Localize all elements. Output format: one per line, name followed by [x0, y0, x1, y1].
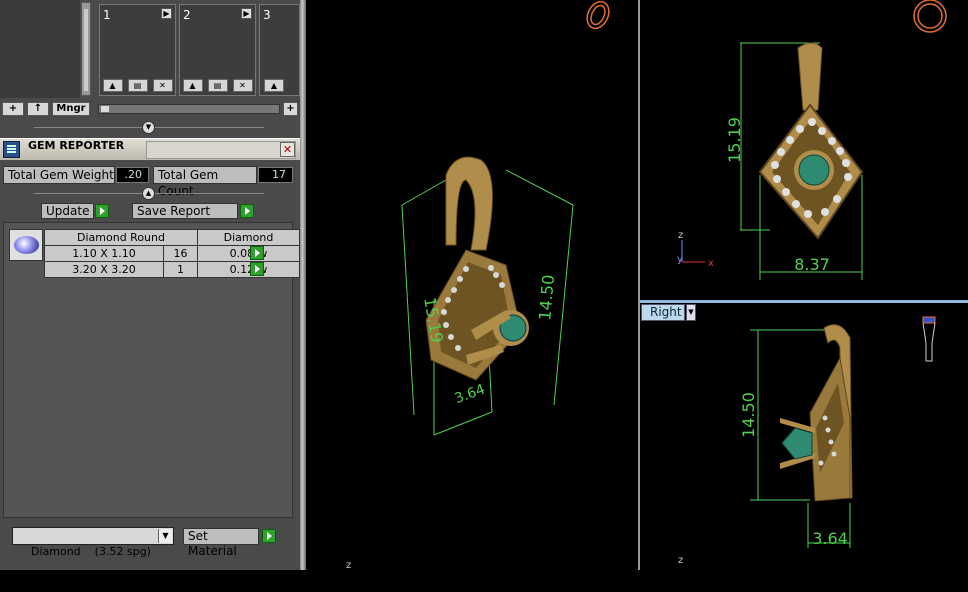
ring-front-icon	[913, 0, 947, 33]
thumbnail-slot-1[interactable]: 1 ▶ ▲ ▤ ✕	[99, 4, 176, 96]
save-report-button[interactable]: Save Report	[132, 203, 238, 219]
front-viewport[interactable]: 15.19 8.37 z y x	[640, 0, 968, 300]
thumbnail-label: 2	[183, 8, 191, 22]
axis-x-label: x	[708, 258, 714, 269]
row-go-icon[interactable]	[250, 246, 264, 260]
pendant-front	[758, 42, 864, 240]
total-gem-weight-label: Total Gem Weight	[3, 166, 115, 184]
play-icon[interactable]: ▶	[161, 8, 172, 19]
dim-height-label: 14.50	[535, 274, 558, 321]
gem-size-cell: 1.10 X 1.10	[44, 245, 164, 262]
total-gem-weight-value: .20	[116, 167, 149, 183]
close-icon[interactable]: ✕	[152, 79, 173, 92]
total-gem-count-label: Total Gem Count	[153, 166, 257, 198]
set-material-go-icon[interactable]	[262, 529, 276, 543]
thumbnail-slot-3[interactable]: 3 ▲	[259, 4, 300, 96]
gem-weight-cell: 0.12tw	[197, 261, 300, 278]
close-icon[interactable]: ✕	[232, 79, 253, 92]
left-panel: 1 ▶ ▲ ▤ ✕ 2 ▶ ▲ ▤ ✕ 3 ▲ + ↑ Mngr + ▼ GEM REP…	[0, 0, 300, 570]
axis-z-label: z	[346, 560, 351, 570]
material-select[interactable]: Diamond (3.52 spg) ▼	[12, 527, 174, 558]
add-button[interactable]: +	[2, 102, 24, 116]
thumbnail-scrollbar[interactable]	[81, 2, 91, 96]
collapse-icon[interactable]: ▲	[142, 187, 155, 200]
material-select-value: Diamond (3.52 spg)	[31, 545, 151, 558]
gem-count-cell: 1	[163, 261, 198, 278]
total-gem-count-value: 17	[258, 167, 293, 183]
collapse-icon[interactable]: ▼	[142, 121, 155, 134]
column-header: Diamond Round	[44, 229, 198, 246]
add-slot-button[interactable]: +	[283, 102, 298, 116]
chevron-down-icon[interactable]: ▼	[686, 304, 696, 321]
thumbnail-label: 3	[263, 8, 271, 22]
axis-z-label: z	[678, 555, 683, 566]
gem-weight-cell: 0.08tw	[197, 245, 300, 262]
perspective-viewport[interactable]: 14.50 15.19 3.64 z	[306, 0, 638, 571]
right-model: 14.50 3.64 z	[678, 316, 936, 566]
close-panel-icon[interactable]: ✕	[280, 142, 295, 157]
save-icon[interactable]: ▤	[127, 79, 148, 92]
play-icon[interactable]: ▶	[241, 8, 252, 19]
gem-reporter-title: GEM REPORTER	[28, 139, 125, 152]
pendant-side	[780, 324, 853, 502]
pendant-3d	[425, 156, 529, 381]
set-material-button[interactable]: Set Material	[183, 528, 259, 558]
up-icon[interactable]: ▲	[264, 79, 284, 92]
ring-side-icon	[922, 316, 936, 362]
gem-size-cell: 3.20 X 3.20	[44, 261, 164, 278]
dim-width-label: 8.37	[794, 255, 830, 274]
save-icon[interactable]: ▤	[207, 79, 228, 92]
manager-button[interactable]: Mngr	[52, 102, 90, 116]
dim-depth-label: 3.64	[452, 381, 487, 407]
axis-triad: z y x	[677, 230, 714, 269]
up-icon[interactable]: ▲	[182, 79, 203, 92]
thumbnail-slider[interactable]	[98, 104, 280, 114]
update-go-icon[interactable]	[95, 204, 109, 218]
thumbnail-slot-2[interactable]: 2 ▶ ▲ ▤ ✕	[179, 4, 256, 96]
perspective-model: 14.50 15.19 3.64 z	[346, 0, 610, 571]
axis-y-label: y	[677, 254, 683, 265]
chevron-down-icon[interactable]: ▼	[158, 529, 172, 543]
dim-height-label: 14.50	[739, 392, 758, 438]
gem-reporter-header: GEM REPORTER ✕	[0, 138, 300, 160]
up-icon[interactable]: ▲	[102, 79, 123, 92]
save-report-go-icon[interactable]	[240, 204, 254, 218]
axis-z-label: z	[678, 230, 683, 241]
diamond-round-icon	[9, 229, 43, 261]
up-button[interactable]: ↑	[27, 102, 49, 116]
right-viewport[interactable]: Right ▼ 14.50 3.64 z	[640, 303, 968, 570]
column-header: Diamond	[197, 229, 300, 246]
gem-reporter-icon	[3, 141, 20, 158]
update-button[interactable]: Update	[41, 203, 94, 219]
dim-height-label: 15.19	[725, 117, 744, 163]
gem-count-cell: 16	[163, 245, 198, 262]
row-go-icon[interactable]	[250, 262, 264, 276]
thumbnail-label: 1	[103, 8, 111, 22]
front-model: 15.19 8.37 z y x	[677, 0, 947, 280]
dim-depth-label: 3.64	[812, 529, 848, 548]
view-name-label: Right	[650, 305, 682, 319]
view-name-dropdown[interactable]: Right	[641, 304, 685, 321]
thumbnail-scroll-area	[0, 0, 80, 98]
ring-orientation-icon	[586, 0, 610, 30]
